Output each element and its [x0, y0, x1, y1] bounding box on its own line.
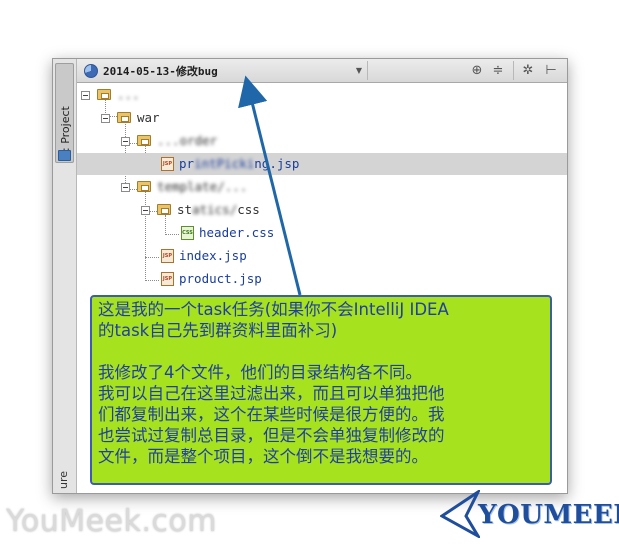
callout-line: 文件，而是整个项目，这个倒不是我想要的。: [98, 447, 428, 466]
structure-tool-tab[interactable]: ure: [57, 463, 72, 489]
callout-line: 这是我的一个task任务(如果你不会IntelliJ IDEA: [98, 300, 449, 319]
folder-icon: [117, 112, 131, 123]
tree-item-statics-css-dir[interactable]: statics/css: [77, 199, 567, 221]
gear-icon[interactable]: ✲: [520, 62, 536, 79]
watermark-text: YouMeek.com: [6, 504, 217, 539]
collapse-toggle-icon[interactable]: [121, 183, 130, 192]
folder-icon: [137, 181, 151, 192]
tree-item-printpicking-jsp[interactable]: JSP printPicking.jsp: [77, 153, 567, 175]
collapse-toggle-icon[interactable]: [141, 206, 150, 215]
changelist-icon: [84, 63, 98, 78]
jsp-file-icon: JSP: [161, 249, 174, 263]
tree-item-header-css[interactable]: CSS header.css: [77, 222, 567, 244]
tool-window-strip: 1: Project ure: [53, 59, 77, 493]
youmeek-logo-icon: [440, 490, 480, 538]
annotation-callout: 这是我的一个task任务(如果你不会IntelliJ IDEA 的task自己先…: [90, 295, 552, 485]
callout-line: 我可以自己在这里过滤出来，而且可以单独把他: [98, 384, 445, 403]
folder-icon: [137, 135, 151, 146]
tree-item-index-jsp[interactable]: JSP index.jsp: [77, 245, 567, 267]
tree-item-order-dir[interactable]: ...order: [77, 130, 567, 152]
css-file-icon: CSS: [181, 226, 194, 240]
callout-line: 我修改了4个文件，他们的目录结构各不同。: [98, 363, 422, 382]
project-icon: [58, 150, 71, 161]
collapse-icon[interactable]: ≑: [490, 62, 506, 79]
changelist-selector[interactable]: 2014-05-13-修改bug ▼: [80, 61, 366, 80]
folder-icon: [97, 89, 111, 100]
tree-item-label: ...: [117, 87, 140, 102]
collapse-toggle-icon[interactable]: [81, 91, 90, 100]
brand-name: YOUMEEK: [478, 500, 619, 530]
jsp-file-icon: JSP: [161, 272, 174, 286]
tree-item-module[interactable]: ...: [77, 84, 567, 106]
tree-item-label: printPicking.jsp: [179, 156, 300, 171]
changes-toolbar: 2014-05-13-修改bug ▼ ⊕ ≑ ✲ ⊢: [77, 59, 567, 83]
changelist-name: 2014-05-13-修改bug: [103, 64, 218, 78]
tree-item-war[interactable]: war: [77, 107, 567, 129]
callout-line: 也尝试过复制总目录，但是不会单独复制修改的: [98, 426, 445, 445]
collapse-toggle-icon[interactable]: [101, 114, 110, 123]
tree-item-label: header.css: [199, 225, 275, 240]
callout-line: 们都复制出来，这个在某些时候是很方便的。我: [98, 405, 445, 424]
tree-item-label: ...order: [157, 133, 218, 148]
chevron-down-icon: ▼: [355, 66, 362, 75]
crosshair-icon[interactable]: ⊕: [469, 62, 485, 79]
folder-icon: [157, 204, 171, 215]
toolbar-divider: [367, 61, 368, 80]
jsp-file-icon: JSP: [161, 157, 174, 171]
tree-item-label: template/...: [157, 179, 248, 194]
tree-item-label: index.jsp: [179, 248, 247, 263]
tree-item-label: statics/css: [177, 202, 260, 217]
callout-line: 的task自己先到群资料里面补习): [98, 321, 338, 340]
toolbar-divider: [513, 61, 514, 80]
tree-item-product-jsp[interactable]: JSP product.jsp: [77, 268, 567, 290]
tree-item-label: product.jsp: [179, 271, 262, 286]
tree-item-label: war: [137, 110, 160, 125]
tree-item-template-dir[interactable]: template/...: [77, 176, 567, 198]
collapse-toggle-icon[interactable]: [121, 137, 130, 146]
hide-icon[interactable]: ⊢: [543, 62, 559, 79]
project-tool-tab[interactable]: 1: Project: [55, 63, 74, 163]
